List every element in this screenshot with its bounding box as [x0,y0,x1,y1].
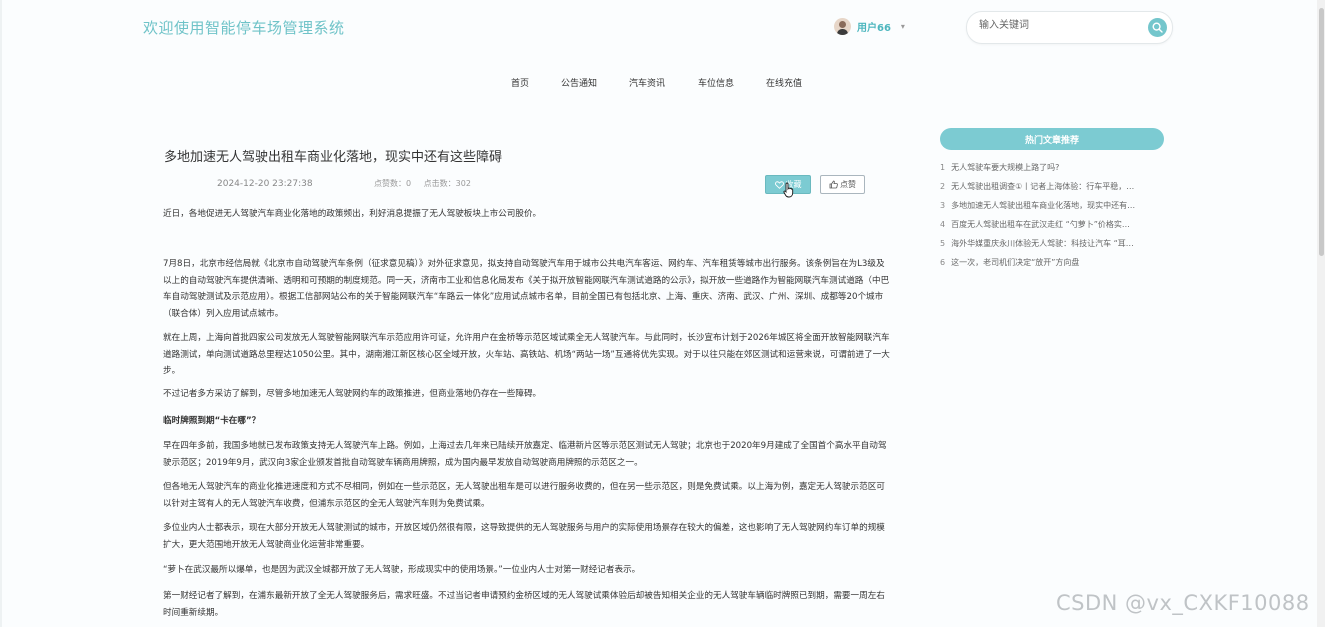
article-date: 2024-12-20 23:27:38 [217,179,313,189]
scrollbar-thumb[interactable] [1319,8,1324,256]
hot-article-item[interactable]: 5 海外华媒重庆永川体验无人驾驶：科技让汽车 “耳… [940,238,1164,257]
hot-article-item[interactable]: 1 无人驾驶车要大规模上路了吗? [940,162,1164,181]
main-nav: 首页 公告通知 汽车资讯 车位信息 在线充值 [0,76,1325,90]
article-stats: 点赞数：0 点击数：302 [374,178,471,189]
search-button[interactable] [1148,18,1167,37]
hot-article-item[interactable]: 3 多地加速无人驾驶出租车商业化落地，现实中还有… [940,200,1164,219]
like-label: 点赞 [840,180,856,189]
article-paragraph: 但各地无人驾驶汽车的商业化推进速度和方式不尽相同，例如在一些示范区，无人驾驶出租… [163,482,885,509]
click-count: 点击数：302 [423,179,471,188]
site-title: 欢迎使用智能停车场管理系统 [143,19,345,37]
sidebar-heading: 热门文章推荐 [940,128,1164,150]
search-icon [1152,22,1163,33]
article-paragraph: 7月8日，北京市经信局就《北京市自动驾驶汽车条例（征求意见稿）》对外征求意见，拟… [163,259,890,319]
article-paragraph: 就在上周，上海向首批四家公司发放无人驾驶智能网联汽车示范应用许可证，允许用户在金… [163,333,890,376]
watermark: CSDN @vx_CXKF10088 [1056,591,1310,615]
hot-article-item[interactable]: 2 无人驾驶出租调查①丨记者上海体验：行车平稳，… [940,181,1164,200]
nav-home[interactable]: 首页 [511,76,529,89]
article-paragraph: 早在四年多前，我国多地就已发布政策支持无人驾驶汽车上路。例如，上海过去几年来已陆… [163,441,887,468]
nav-online-recharge[interactable]: 在线充值 [766,76,802,89]
hot-article-item[interactable]: 6 这一次，老司机们决定“放开”方向盘 [940,257,1164,276]
search-box [966,11,1173,44]
hot-articles-list: 1 无人驾驶车要大规模上路了吗? 2 无人驾驶出租调查①丨记者上海体验：行车平稳，…… [940,162,1164,276]
like-button[interactable]: 点赞 [820,175,865,194]
page-edge [0,0,2,627]
article-subheading: 临时牌照到期“卡在哪”？ [163,416,261,426]
nav-announcements[interactable]: 公告通知 [561,76,597,89]
avatar [834,18,851,35]
thumbs-up-icon [829,180,838,189]
article-paragraph: 第一财经记者了解到，在浦东最新开放了全无人驾驶服务后，需求旺盛。不过当记者申请预… [163,591,885,618]
top-bar: 欢迎使用智能停车场管理系统 用户66 ▾ [0,0,1325,58]
article-paragraph: 近日，各地促进无人驾驶汽车商业化落地的政策频出，利好消息提振了无人驾驶板块上市公… [163,209,542,219]
user-menu[interactable]: 用户66 ▾ [834,18,905,35]
article-paragraph: 多位业内人士都表示，现在大部分开放无人驾驶测试的城市，开放区域仍然很有限，这导致… [163,523,885,550]
username: 用户66 [857,23,891,34]
like-count: 点赞数：0 [374,179,412,188]
hot-article-item[interactable]: 4 百度无人驾驶出租车在武汉走红 “勺萝卜”价格实… [940,219,1164,238]
article-title: 多地加速无人驾驶出租车商业化落地，现实中还有这些障碍 [164,150,503,165]
nav-parking-spaces[interactable]: 车位信息 [698,76,734,89]
article-paragraph: 不过记者多方采访了解到，尽管多地加速无人驾驶网约车的政策推进，但商业落地仍存在一… [163,389,542,399]
search-input[interactable] [977,19,1141,32]
article-paragraph: “萝卜在武汉最所以爆单，也是因为武汉全城都开放了无人驾驶，形成现实中的使用场景。… [163,565,641,575]
chevron-down-icon: ▾ [900,22,905,31]
nav-car-news[interactable]: 汽车资讯 [629,76,665,89]
mouse-cursor-icon [783,182,794,198]
